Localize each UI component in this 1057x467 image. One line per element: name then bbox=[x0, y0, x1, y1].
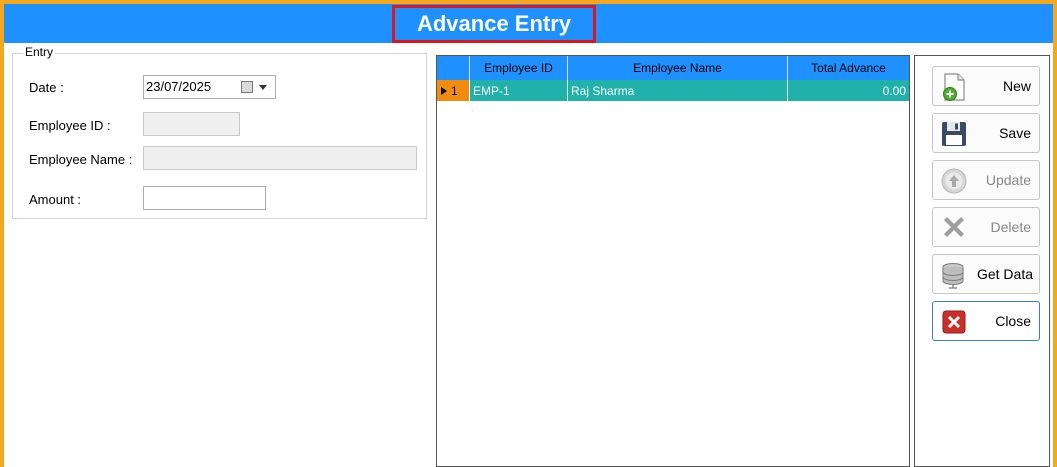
employee-id-label: Employee ID : bbox=[29, 118, 111, 133]
column-header-employee-id[interactable]: Employee ID bbox=[470, 56, 568, 80]
delete-button[interactable]: Delete bbox=[932, 207, 1040, 247]
update-button[interactable]: Update bbox=[932, 160, 1040, 200]
employee-id-field[interactable] bbox=[143, 112, 240, 136]
grid-corner-header[interactable] bbox=[437, 56, 470, 80]
cell-total-advance[interactable]: 0.00 bbox=[788, 80, 909, 101]
advance-grid[interactable]: Employee ID Employee Name Total Advance … bbox=[436, 55, 910, 467]
date-picker[interactable]: 23/07/2025 bbox=[143, 75, 276, 99]
row-header[interactable]: 1 bbox=[437, 80, 470, 101]
save-button-label: Save bbox=[999, 125, 1031, 141]
action-button-panel: New Save Update Delete Get Data Close bbox=[914, 55, 1050, 467]
x-cross-icon bbox=[944, 217, 964, 237]
new-button-label: New bbox=[1002, 78, 1031, 94]
save-button[interactable]: Save bbox=[932, 113, 1040, 153]
cell-employee-id[interactable]: EMP-1 bbox=[470, 80, 568, 101]
get-data-button[interactable]: Get Data bbox=[932, 254, 1040, 294]
main-content: Entry Date : 23/07/2025 Employee ID : Em… bbox=[4, 43, 1053, 467]
up-arrow-circle-icon bbox=[941, 168, 967, 194]
current-row-arrow-icon bbox=[441, 86, 447, 95]
date-label: Date : bbox=[29, 80, 64, 95]
cell-employee-name[interactable]: Raj Sharma bbox=[568, 80, 788, 101]
entry-group: Entry Date : 23/07/2025 Employee ID : Em… bbox=[12, 45, 427, 219]
row-index: 1 bbox=[451, 83, 458, 98]
chevron-down-icon[interactable] bbox=[259, 85, 267, 90]
window-frame-right bbox=[1053, 0, 1057, 467]
calendar-icon[interactable] bbox=[241, 81, 253, 93]
get-data-button-label: Get Data bbox=[976, 266, 1033, 282]
close-button[interactable]: Close bbox=[932, 301, 1040, 341]
page-title: Advance Entry bbox=[392, 5, 596, 43]
update-button-label: Update bbox=[985, 172, 1031, 188]
entry-legend: Entry bbox=[23, 45, 56, 59]
amount-field[interactable] bbox=[143, 186, 266, 210]
amount-label: Amount : bbox=[29, 192, 82, 207]
new-button[interactable]: New bbox=[932, 66, 1040, 106]
floppy-disk-icon bbox=[942, 122, 966, 146]
column-header-total-advance[interactable]: Total Advance bbox=[788, 56, 909, 80]
title-bar: Advance Entry bbox=[4, 4, 1053, 43]
red-close-icon bbox=[942, 310, 966, 334]
column-header-employee-name[interactable]: Employee Name bbox=[568, 56, 788, 80]
grid-header: Employee ID Employee Name Total Advance bbox=[437, 56, 909, 80]
new-document-icon bbox=[943, 73, 965, 101]
delete-button-label: Delete bbox=[990, 219, 1031, 235]
database-icon bbox=[942, 263, 964, 289]
table-row[interactable]: 1 EMP-1 Raj Sharma 0.00 bbox=[437, 80, 909, 101]
close-button-label: Close bbox=[995, 313, 1031, 329]
employee-name-field[interactable] bbox=[143, 146, 417, 170]
employee-name-label: Employee Name : bbox=[29, 152, 133, 167]
date-value: 23/07/2025 bbox=[146, 79, 212, 94]
